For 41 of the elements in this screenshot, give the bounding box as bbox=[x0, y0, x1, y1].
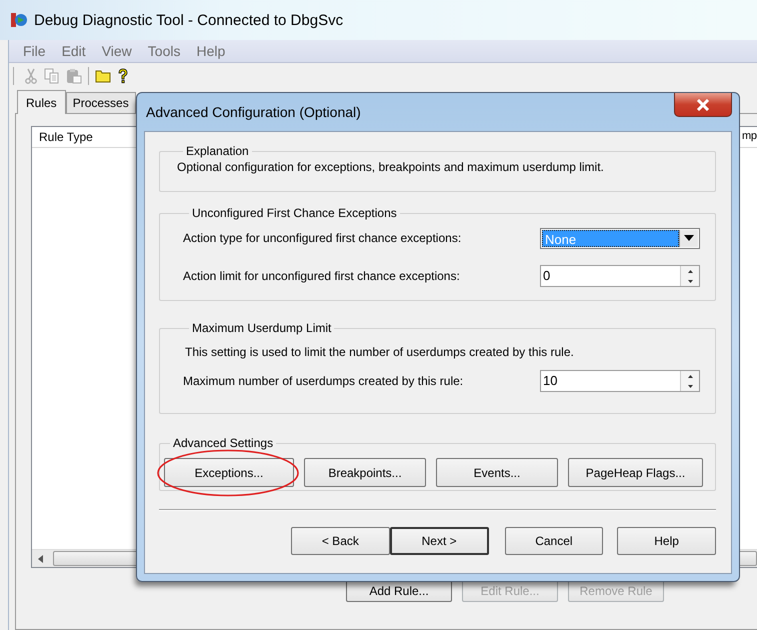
tab[interactable]: Rules bbox=[17, 90, 66, 114]
field-label: Maximum number of userdumps created by this rule: bbox=[183, 374, 464, 388]
field-label: Action limit for unconfigured first chance exceptions: bbox=[183, 269, 460, 283]
menu-item[interactable]: Edit bbox=[54, 43, 94, 59]
close-icon bbox=[696, 98, 710, 110]
group-title: Advanced Settings bbox=[172, 436, 274, 450]
group-title: Unconfigured First Chance Exceptions bbox=[191, 206, 398, 220]
wizard-button[interactable]: Next > bbox=[390, 527, 489, 555]
dialog-title: Advanced Configuration (Optional) bbox=[145, 104, 361, 120]
tab[interactable]: Processes bbox=[66, 92, 136, 113]
window-title: Debug Diagnostic Tool - Connected to DbgSvc bbox=[34, 12, 344, 28]
close-button[interactable] bbox=[674, 93, 732, 117]
wizard-button[interactable]: < Back bbox=[291, 527, 390, 555]
description-text: Optional configuration for exceptions, breakpoints and maximum userdump limit. bbox=[177, 160, 605, 174]
wizard-button[interactable]: Help bbox=[617, 527, 716, 555]
wizard-button[interactable]: Cancel bbox=[504, 527, 604, 555]
scroll-left-icon[interactable] bbox=[38, 554, 43, 562]
menu-item[interactable]: File bbox=[15, 43, 54, 59]
rule-button[interactable]: Add Rule... bbox=[346, 580, 452, 602]
spin-down-icon[interactable] bbox=[688, 384, 692, 388]
settings-button[interactable]: Events... bbox=[436, 458, 558, 487]
menu-item[interactable]: View bbox=[94, 43, 140, 59]
spin-down-icon[interactable] bbox=[688, 280, 692, 282]
description-text: This setting is used to limit the number of userdumps created by this rule. bbox=[185, 345, 575, 359]
dropdown-arrow-icon bbox=[684, 235, 694, 241]
folder-icon[interactable] bbox=[95, 69, 111, 83]
menu-item[interactable]: Tools bbox=[140, 43, 188, 59]
number-spinner[interactable]: 0 bbox=[540, 265, 700, 287]
group-title: Maximum Userdump Limit bbox=[191, 321, 332, 335]
number-spinner[interactable]: 10 bbox=[540, 370, 700, 392]
column-header[interactable]: mp bbox=[742, 127, 757, 145]
help-icon[interactable] bbox=[117, 68, 129, 84]
group-title: Explanation bbox=[185, 144, 250, 158]
settings-button[interactable]: Breakpoints... bbox=[304, 458, 426, 487]
field-label: Action type for unconfigured first chance exceptions: bbox=[183, 231, 462, 245]
settings-button[interactable]: PageHeap Flags... bbox=[568, 458, 703, 487]
app-icon bbox=[10, 11, 28, 29]
menu-item[interactable]: Help bbox=[188, 43, 234, 59]
settings-button[interactable]: Exceptions... bbox=[164, 458, 294, 487]
spin-up-icon[interactable] bbox=[688, 374, 692, 378]
spin-up-icon[interactable] bbox=[688, 270, 692, 272]
